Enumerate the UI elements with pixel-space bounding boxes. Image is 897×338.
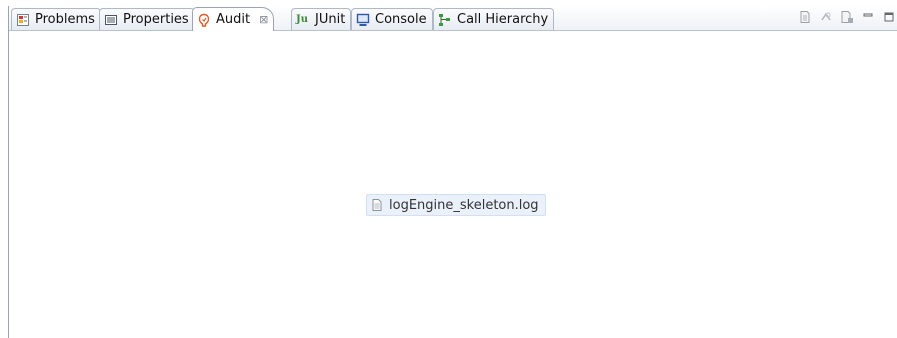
console-icon [356, 13, 370, 27]
log-file-name: logEngine_skeleton.log [389, 197, 539, 213]
tab-console[interactable]: Console [351, 8, 433, 30]
audit-content-area: logEngine_skeleton.log [9, 31, 897, 338]
tab-label: JUnit [315, 11, 346, 27]
sync-icon[interactable] [819, 10, 833, 24]
tab-label: Problems [35, 11, 95, 27]
maximize-icon[interactable] [882, 10, 896, 24]
log-file-item[interactable]: logEngine_skeleton.log [366, 194, 546, 216]
junit-icon: Ju [296, 13, 310, 27]
tab-audit[interactable]: Audit ⊠ [192, 7, 275, 31]
call-hierarchy-icon [438, 13, 452, 27]
tab-junit[interactable]: Ju JUnit [291, 8, 352, 30]
tab-label: Audit [216, 11, 251, 27]
properties-icon [104, 13, 118, 27]
close-icon[interactable]: ⊠ [259, 13, 268, 26]
tab-label: Properties [123, 11, 189, 27]
junit-icon-text: Ju [296, 13, 309, 25]
view-toolbar [798, 10, 896, 24]
tab-properties[interactable]: Properties [99, 8, 195, 30]
tab-label: Call Hierarchy [457, 11, 549, 27]
audit-view: Problems Properties Audit ⊠ Ju JUnit Con… [8, 6, 897, 338]
tab-problems[interactable]: Problems [11, 8, 101, 30]
view-tab-bar: Problems Properties Audit ⊠ Ju JUnit Con… [9, 6, 897, 31]
minimize-icon[interactable] [861, 10, 875, 24]
audit-icon [197, 13, 211, 27]
page-icon[interactable] [798, 10, 812, 24]
file-icon [370, 198, 384, 212]
export-icon[interactable] [840, 10, 854, 24]
tab-call-hierarchy[interactable]: Call Hierarchy [433, 8, 555, 30]
tab-label: Console [375, 11, 427, 27]
problems-icon [16, 13, 30, 27]
